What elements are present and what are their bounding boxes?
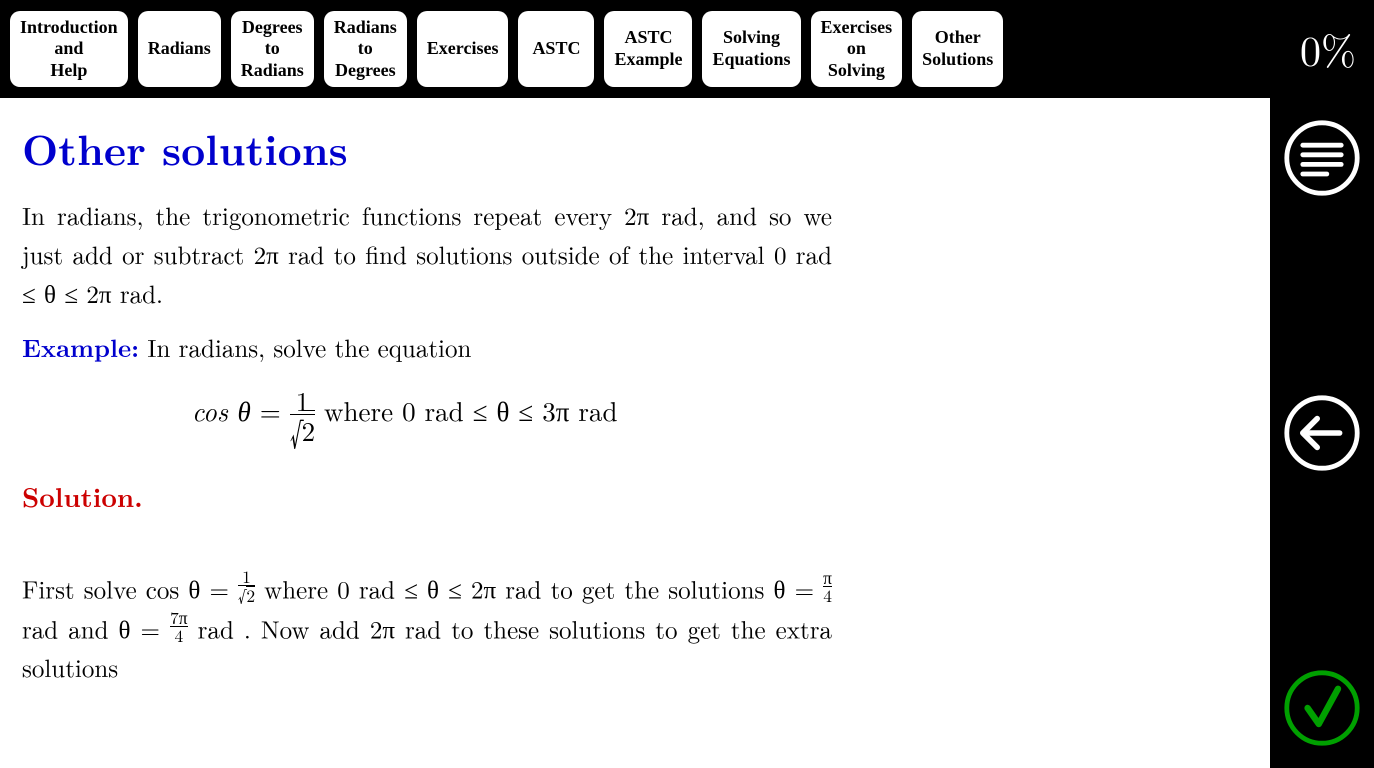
sol-frac1-den: √2: [238, 585, 255, 605]
eq-fraction: 1√2: [290, 386, 315, 445]
main-area: Other solutions In radians, the trigonom…: [0, 98, 1374, 768]
tab-solving-eq[interactable]: Solving Equations: [702, 11, 800, 87]
page-title: Other solutions: [22, 116, 1248, 181]
tab-astc[interactable]: ASTC: [518, 11, 594, 87]
example-line: Example: In radians, solve the equation: [22, 329, 832, 368]
tab-deg-to-rad[interactable]: Degrees to Radians: [231, 11, 314, 87]
back-button[interactable]: [1280, 391, 1364, 475]
tab-astc-example[interactable]: ASTC Example: [604, 11, 692, 87]
sol-frac-1: 1√2: [238, 568, 255, 605]
sol-text-2: where 0 rad ≤ θ ≤ 2π rad to get the solu…: [255, 571, 823, 606]
sol-frac1-radicand: 2: [246, 586, 255, 605]
content-panel: Other solutions In radians, the trigonom…: [0, 98, 1270, 768]
example-label: Example:: [22, 330, 139, 365]
sol-text-3: rad and θ =: [22, 611, 170, 646]
tab-strip: Introduction and Help Radians Degrees to…: [10, 11, 1003, 87]
eq-domain: where 0 rad ≤ θ ≤ 3π rad: [315, 391, 617, 429]
tab-other-solutions[interactable]: Other Solutions: [912, 11, 1003, 87]
sol-frac-3: 7π4: [170, 609, 188, 645]
surd-symbol: √: [290, 413, 303, 450]
sol-text-1: First solve cos θ =: [22, 571, 238, 606]
equation-display: cos θ = 1√2 where 0 rad ≤ θ ≤ 3π rad: [22, 386, 1248, 445]
sidebar: [1270, 98, 1374, 768]
top-bar: Introduction and Help Radians Degrees to…: [0, 0, 1374, 98]
solution-label: Solution.: [22, 476, 143, 515]
tab-rad-to-deg[interactable]: Radians to Degrees: [324, 11, 407, 87]
eq-frac-den: √2: [290, 414, 315, 444]
tab-exercises[interactable]: Exercises: [417, 11, 509, 87]
example-text: In radians, solve the equation: [139, 330, 471, 365]
solution-body: First solve cos θ = 1√2 where 0 rad ≤ θ …: [22, 568, 832, 688]
tab-radians[interactable]: Radians: [138, 11, 221, 87]
tab-exercises-solving[interactable]: Exercises on Solving: [811, 11, 903, 87]
menu-icon: [1282, 118, 1362, 198]
eq-equals: =: [251, 391, 290, 429]
tab-intro[interactable]: Introduction and Help: [10, 11, 128, 87]
check-icon: [1282, 668, 1362, 748]
confirm-button[interactable]: [1280, 666, 1364, 750]
sol-frac2-den: 4: [823, 586, 832, 605]
surd-symbol-small: √: [238, 583, 246, 608]
menu-button[interactable]: [1280, 116, 1364, 200]
sol-frac-2: π4: [823, 569, 832, 605]
progress-indicator: 0%: [1300, 20, 1356, 79]
eq-lhs: cos θ: [192, 391, 251, 429]
eq-radicand: 2: [302, 410, 316, 449]
intro-paragraph: In radians, the trigonometric functions …: [22, 197, 832, 313]
arrow-left-icon: [1282, 393, 1362, 473]
